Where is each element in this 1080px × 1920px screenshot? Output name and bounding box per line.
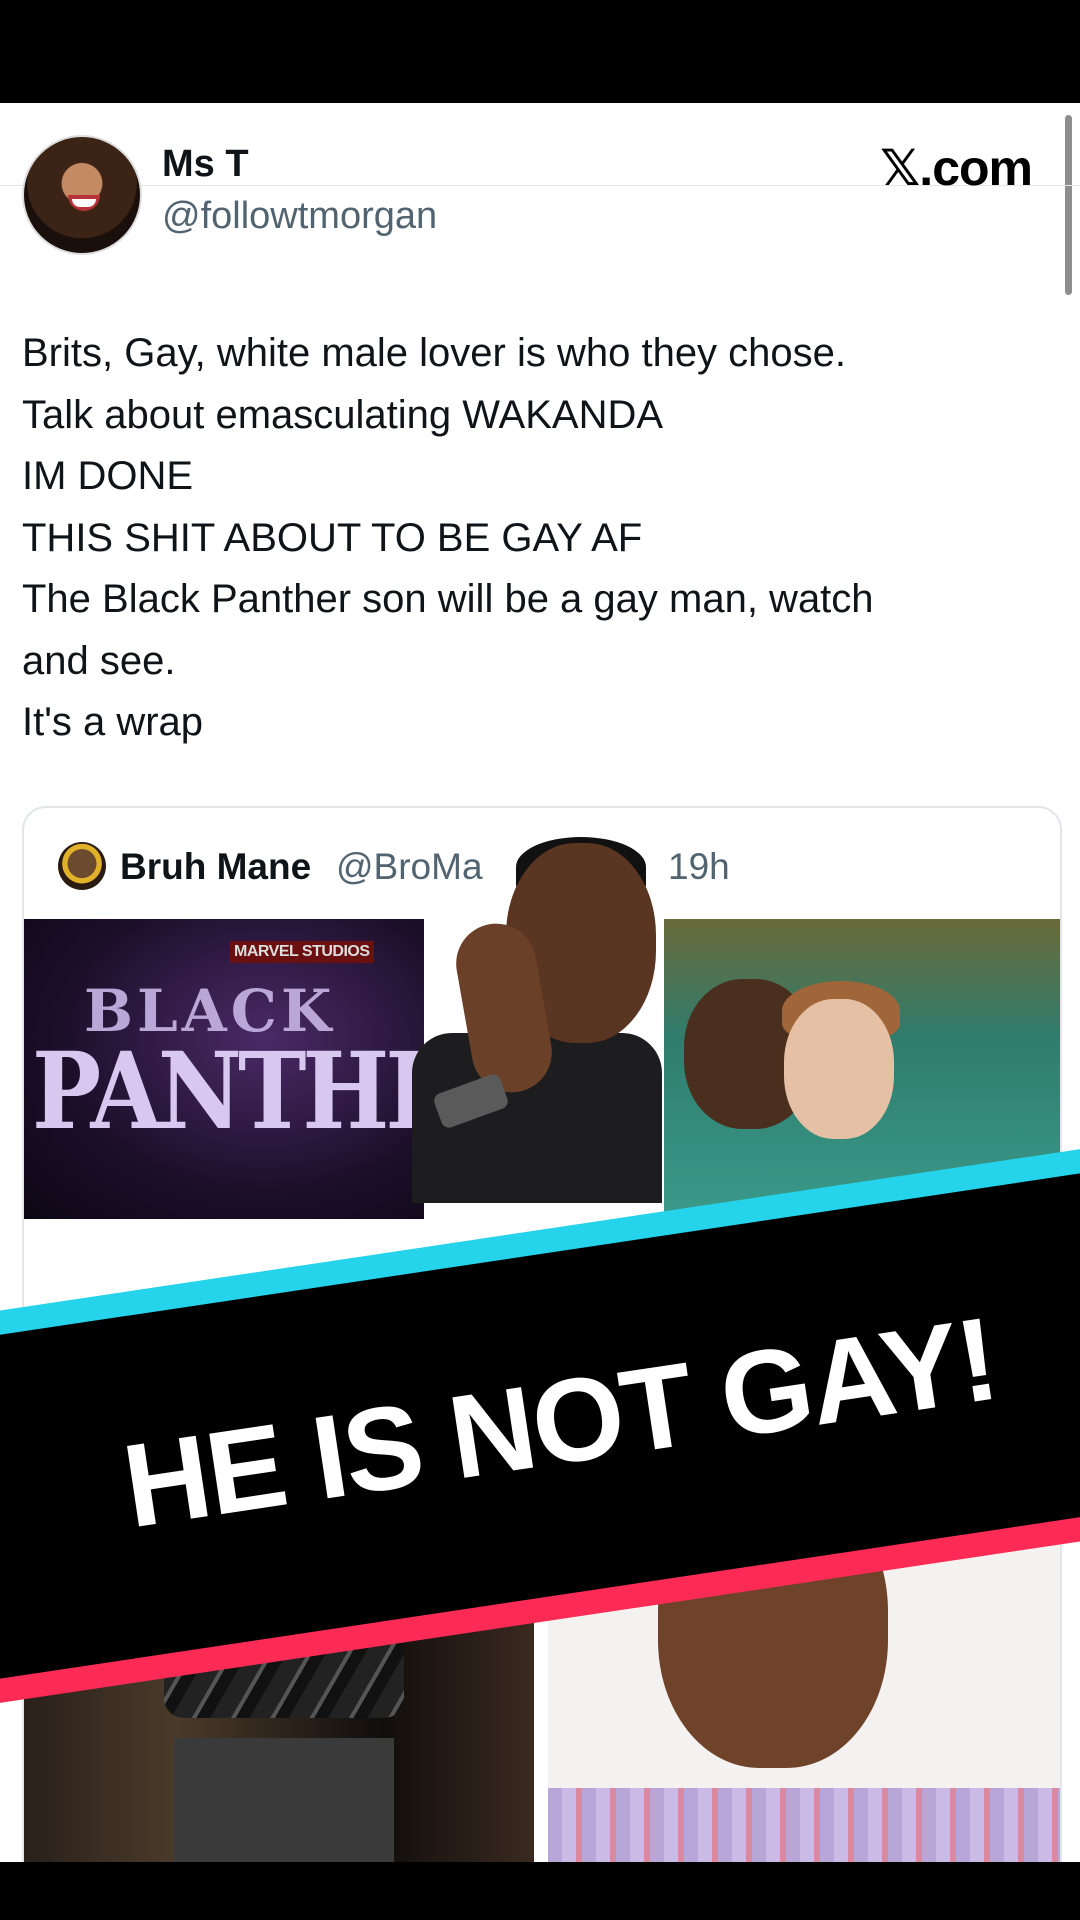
poster-title-panther: PANTHER — [32, 1029, 424, 1154]
fuzzy-sweater — [548, 1788, 1060, 1862]
tweet-line: and see. — [22, 638, 176, 683]
tweet-line: It's a wrap — [22, 700, 204, 744]
tweet-body: Brits, Gay, white male lover is who they… — [22, 323, 1022, 754]
site-suffix: .com — [919, 140, 1033, 196]
x-com-logo: 𝕏.com — [880, 139, 1033, 197]
person-face — [784, 999, 894, 1139]
quoted-author-name[interactable]: Bruh Mane — [120, 846, 311, 888]
top-black-bar — [0, 0, 1080, 103]
quoted-timestamp[interactable]: 19h — [668, 846, 730, 888]
trousers — [174, 1738, 394, 1862]
x-logo-icon: 𝕏 — [880, 139, 920, 197]
scrollbar-thumb[interactable] — [1065, 115, 1072, 295]
marvel-studios-logo: MARVEL STUDIOS — [230, 941, 374, 963]
quoted-author-avatar[interactable] — [58, 842, 106, 890]
bottom-black-bar — [0, 1862, 1080, 1920]
tweet-screenshot: Ms T @followtmorgan 𝕏.com Brits, Gay, wh… — [0, 103, 1080, 1862]
creator-cutout-overlay — [412, 837, 662, 1203]
tweet-line: Talk about emasculating WAKANDA — [22, 392, 664, 437]
tweet-line: Brits, Gay, white male lover is who they… — [22, 331, 847, 375]
black-panther-poster-image[interactable]: MARVEL STUDIOS BLACK PANTHER — [24, 919, 424, 1219]
tweet-line: THIS SHIT ABOUT TO BE GAY AF — [22, 515, 643, 560]
author-handle[interactable]: @followtmorgan — [162, 195, 437, 238]
author-avatar[interactable] — [22, 135, 142, 255]
tweet-line: The Black Panther son will be a gay man,… — [22, 577, 874, 621]
author-name[interactable]: Ms T — [162, 143, 249, 186]
tweet-line: IM DONE — [22, 454, 194, 498]
